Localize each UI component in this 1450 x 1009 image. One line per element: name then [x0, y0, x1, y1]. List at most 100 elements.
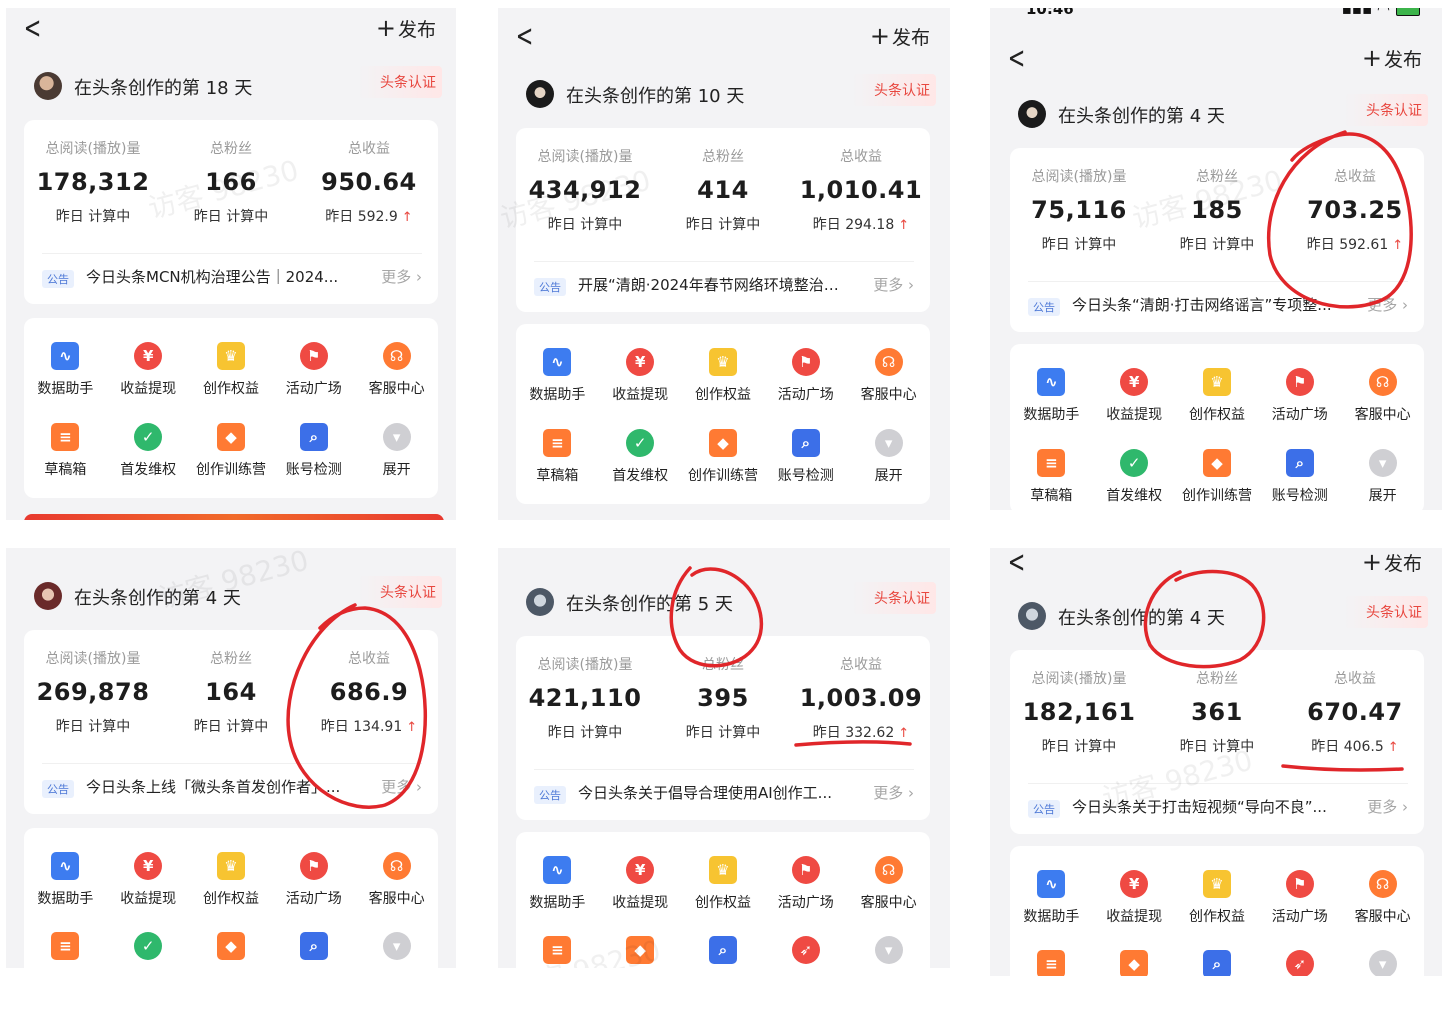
tool-expand[interactable]: ▾ 展开 [355, 423, 438, 479]
notice-text[interactable]: 开展“清朗·2024年春节网络环境整治”... [578, 274, 844, 295]
stat-reads[interactable]: 总阅读(播放)量 421,110 昨日 计算中 [516, 654, 654, 742]
post-button[interactable]: +发布 [376, 14, 436, 42]
tool-service-center[interactable]: ☊ 客服中心 [847, 348, 930, 404]
verified-badge[interactable]: 头条认证 [1344, 596, 1428, 628]
tool-drafts[interactable]: ≡ 草稿箱 [1010, 449, 1093, 505]
tool-training-camp[interactable]: ◆ 创作训练营 [682, 429, 765, 485]
tool-data-assistant[interactable]: ∿ 数据助手 [1010, 870, 1093, 926]
tool-creator-rights[interactable]: ♛ 创作权益 [1176, 368, 1259, 424]
tool-activity-square[interactable]: ⚑ 活动广场 [1258, 368, 1341, 424]
tool-income-withdraw[interactable]: ¥ 收益提现 [107, 342, 190, 398]
stat-reads[interactable]: 总阅读(播放)量 182,161 昨日 计算中 [1010, 668, 1148, 756]
tool-drafts[interactable]: ≡ [24, 932, 107, 960]
tool-original-protection[interactable]: ✓ 首发维权 [1093, 449, 1176, 505]
tool-creator-rights[interactable]: ♛ 创作权益 [682, 856, 765, 912]
avatar[interactable] [34, 582, 62, 610]
stat-fans[interactable]: 总粉丝 164 昨日 计算中 [162, 648, 300, 736]
tool-income-withdraw[interactable]: ¥ 收益提现 [1093, 368, 1176, 424]
stat-fans[interactable]: 总粉丝 395 昨日 计算中 [654, 654, 792, 742]
tool-training-camp[interactable]: ◆ 创作训练营 [190, 423, 273, 479]
more-link[interactable]: 更多 › [381, 266, 422, 287]
tool-service-center[interactable]: ☊ 客服中心 [1341, 870, 1424, 926]
tool-drafts[interactable]: ≡ 草稿箱 [24, 423, 107, 479]
notice-bar[interactable]: 公告 今日头条关于打击短视频“导向不良”... 更多 › [1028, 783, 1408, 820]
tool-activity-square[interactable]: ⚑ 活动广场 [1258, 870, 1341, 926]
tool-data-assistant[interactable]: ∿ 数据助手 [24, 342, 107, 398]
notice-text[interactable]: 今日头条MCN机构治理公告｜2024... [86, 266, 352, 287]
tool-expand[interactable]: ▾ [847, 936, 930, 964]
tool-expand[interactable]: ▾ 展开 [847, 429, 930, 485]
tool-account-check[interactable]: ⌕ 账号检测 [1258, 449, 1341, 505]
avatar[interactable] [1018, 100, 1046, 128]
tool-account-check[interactable]: ⌕ [1176, 950, 1259, 976]
verified-badge[interactable]: 头条认证 [358, 576, 442, 608]
tool-data-assistant[interactable]: ∿ 数据助手 [1010, 368, 1093, 424]
tool-activity-square[interactable]: ⚑ 活动广场 [764, 348, 847, 404]
tool-training-camp[interactable]: ◆ 创作训练营 [1176, 449, 1259, 505]
verified-badge[interactable]: 头条认证 [1344, 94, 1428, 126]
tool-service-center[interactable]: ☊ 客服中心 [847, 856, 930, 912]
tool-training-camp[interactable]: ◆ [1093, 950, 1176, 976]
promo-banner[interactable] [24, 514, 444, 520]
more-link[interactable]: 更多 › [381, 776, 422, 797]
notice-bar[interactable]: 公告 今日头条“清朗·打击网络谣言”专项整... 更多 › [1028, 281, 1408, 318]
stat-reads[interactable]: 总阅读(播放)量 178,312 昨日 计算中 [24, 138, 162, 226]
post-button[interactable]: +发布 [870, 22, 930, 50]
verified-badge[interactable]: 头条认证 [852, 74, 936, 106]
tool-account-check[interactable]: ⌕ 账号检测 [764, 429, 847, 485]
more-link[interactable]: 更多 › [873, 782, 914, 803]
stat-reads[interactable]: 总阅读(播放)量 269,878 昨日 计算中 [24, 648, 162, 736]
tool-income-withdraw[interactable]: ¥ 收益提现 [1093, 870, 1176, 926]
tool-income-withdraw[interactable]: ¥ 收益提现 [599, 348, 682, 404]
back-arrow-icon[interactable]: < [24, 14, 42, 44]
tool-drafts[interactable]: ≡ [516, 936, 599, 964]
stat-income[interactable]: 总收益 703.25 昨日 592.61 ↑ [1286, 166, 1424, 254]
tool-training-camp[interactable]: ◆ [190, 932, 273, 960]
avatar[interactable] [526, 80, 554, 108]
back-arrow-icon[interactable]: < [24, 548, 42, 554]
notice-bar[interactable]: 公告 今日头条MCN机构治理公告｜2024... 更多 › [42, 253, 422, 290]
tool-expand[interactable]: ▾ 展开 [1341, 449, 1424, 505]
tool-drafts[interactable]: ≡ 草稿箱 [516, 429, 599, 485]
tool-rocket[interactable]: ➶ [1258, 950, 1341, 976]
avatar[interactable] [526, 588, 554, 616]
back-arrow-icon[interactable]: < [1008, 44, 1026, 74]
back-arrow-icon[interactable]: < [1008, 548, 1026, 578]
stat-income[interactable]: 总收益 1,003.09 昨日 332.62 ↑ [792, 654, 930, 742]
tool-creator-rights[interactable]: ♛ 创作权益 [1176, 870, 1259, 926]
tool-activity-square[interactable]: ⚑ 活动广场 [272, 852, 355, 908]
avatar[interactable] [34, 72, 62, 100]
tool-expand[interactable]: ▾ [355, 932, 438, 960]
back-arrow-icon[interactable]: < [516, 548, 534, 554]
tool-account-check[interactable]: ⌕ [272, 932, 355, 960]
tool-creator-rights[interactable]: ♛ 创作权益 [190, 342, 273, 398]
tool-account-check[interactable]: ⌕ [682, 936, 765, 964]
tool-service-center[interactable]: ☊ 客服中心 [355, 852, 438, 908]
tool-service-center[interactable]: ☊ 客服中心 [1341, 368, 1424, 424]
stat-fans[interactable]: 总粉丝 185 昨日 计算中 [1148, 166, 1286, 254]
more-link[interactable]: 更多 › [1367, 796, 1408, 817]
notice-text[interactable]: 今日头条“清朗·打击网络谣言”专项整... [1072, 294, 1338, 315]
tool-original-protection[interactable]: ✓ [107, 932, 190, 960]
tool-data-assistant[interactable]: ∿ 数据助手 [24, 852, 107, 908]
notice-bar[interactable]: 公告 开展“清朗·2024年春节网络环境整治”... 更多 › [534, 261, 914, 298]
tool-creator-rights[interactable]: ♛ 创作权益 [190, 852, 273, 908]
post-button[interactable]: +发布 [1362, 44, 1422, 72]
more-link[interactable]: 更多 › [1367, 294, 1408, 315]
tool-data-assistant[interactable]: ∿ 数据助手 [516, 348, 599, 404]
notice-text[interactable]: 今日头条关于打击短视频“导向不良”... [1072, 796, 1338, 817]
tool-income-withdraw[interactable]: ¥ 收益提现 [599, 856, 682, 912]
verified-badge[interactable]: 头条认证 [852, 582, 936, 614]
tool-income-withdraw[interactable]: ¥ 收益提现 [107, 852, 190, 908]
avatar[interactable] [1018, 602, 1046, 630]
notice-text[interactable]: 今日头条关于倡导合理使用AI创作工... [578, 782, 844, 803]
tool-data-assistant[interactable]: ∿ 数据助手 [516, 856, 599, 912]
tool-activity-square[interactable]: ⚑ 活动广场 [764, 856, 847, 912]
stat-income[interactable]: 总收益 1,010.41 昨日 294.18 ↑ [792, 146, 930, 234]
tool-account-check[interactable]: ⌕ 账号检测 [272, 423, 355, 479]
stat-income[interactable]: 总收益 686.9 昨日 134.91 ↑ [300, 648, 438, 736]
stat-income[interactable]: 总收益 670.47 昨日 406.5 ↑ [1286, 668, 1424, 756]
verified-badge[interactable]: 头条认证 [358, 66, 442, 98]
tool-original-protection[interactable]: ✓ 首发维权 [107, 423, 190, 479]
post-button[interactable]: +发布 [870, 548, 930, 552]
